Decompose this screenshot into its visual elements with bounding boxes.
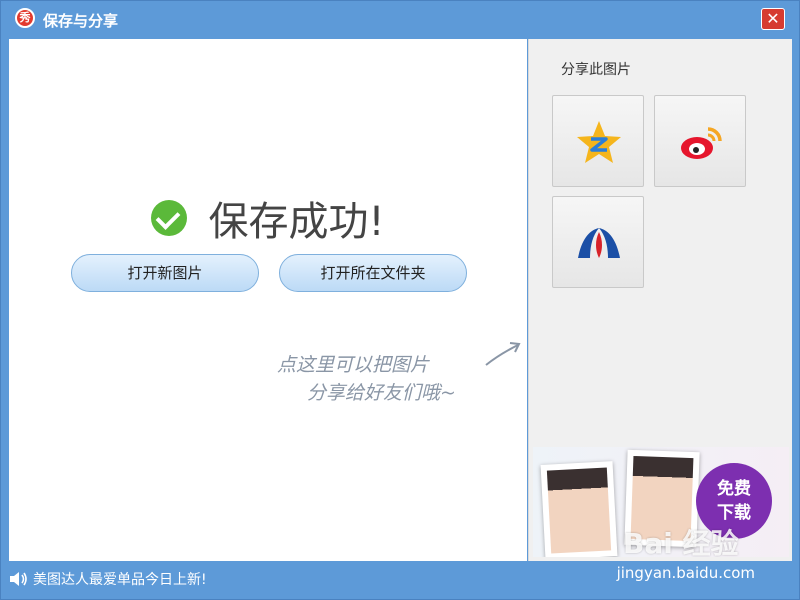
share-weibo-button[interactable] — [654, 95, 746, 187]
share-hint-line2: 分享给好友们哦~ — [307, 382, 456, 404]
download-line1: 免费 — [717, 479, 751, 499]
news-ticker-link[interactable]: 美图达人最爱单品今日上新! — [33, 569, 207, 589]
download-ad-banner[interactable]: 免费 下载 Bai 经验 — [533, 447, 789, 557]
qzone-icon — [577, 121, 621, 163]
weibo-icon — [681, 127, 722, 159]
app-logo-icon: 秀 — [15, 8, 35, 28]
status-bar: 美图达人最爱单品今日上新! jingyan.baidu.com — [1, 561, 799, 599]
speaker-icon — [10, 572, 27, 586]
open-new-image-button[interactable]: 打开新图片 — [71, 254, 259, 292]
renren-icon — [578, 228, 620, 258]
close-button[interactable]: ✕ — [761, 8, 785, 30]
ad-photo — [540, 461, 618, 557]
baidu-watermark: Bai 经验 — [623, 527, 739, 557]
success-message: 保存成功! — [9, 189, 527, 247]
window-title: 保存与分享 — [43, 12, 119, 30]
share-qzone-button[interactable] — [552, 95, 644, 187]
success-text: 保存成功! — [208, 199, 385, 245]
share-sidebar: 分享此图片 免费 下载 Bai 经验 — [528, 39, 792, 561]
source-url: jingyan.baidu.com — [616, 564, 755, 582]
title-bar[interactable]: 秀 保存与分享 ✕ — [1, 1, 799, 39]
share-title: 分享此图片 — [561, 62, 631, 78]
share-renren-button[interactable] — [552, 196, 644, 288]
share-hint-line1: 点这里可以把图片 — [277, 354, 430, 376]
check-circle-icon — [151, 200, 188, 236]
arrow-icon — [485, 342, 521, 366]
open-folder-button[interactable]: 打开所在文件夹 — [279, 254, 467, 292]
save-share-dialog: 秀 保存与分享 ✕ 保存成功! 打开新图片 打开所在文件夹 点这里可以把图片 分… — [0, 0, 800, 600]
main-panel: 保存成功! 打开新图片 打开所在文件夹 点这里可以把图片 分享给好友们哦~ — [9, 39, 527, 561]
